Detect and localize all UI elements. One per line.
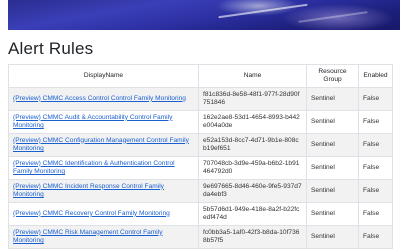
enabled-cell: False	[358, 179, 393, 203]
enabled-cell: False	[358, 202, 393, 226]
enabled-cell: False	[358, 156, 393, 180]
display-name-cell: (Preview) CMMC Audit & Accountability Co…	[8, 110, 199, 134]
rule-id-cell: e52a153d-8cc7-4d71-9b1e-808cb19ef651	[198, 133, 307, 157]
table-row: (Preview) CMMC Access Control Control Fa…	[8, 87, 393, 111]
enabled-cell: False	[358, 225, 393, 249]
banner-light-streak	[218, 3, 308, 19]
display-name-cell: (Preview) CMMC Configuration Management …	[8, 133, 199, 157]
display-name-cell: (Preview) CMMC Identification & Authenti…	[8, 156, 199, 180]
rule-id-cell: 707048cb-3d9e-459a-b6b2-1b91464792d0	[198, 156, 307, 180]
table-row: (Preview) CMMC Incident Response Control…	[8, 179, 393, 203]
alert-rule-link[interactable]: (Preview) CMMC Recovery Control Family M…	[13, 210, 170, 217]
table-row: (Preview) CMMC Identification & Authenti…	[8, 156, 393, 180]
table-row: (Preview) CMMC Risk Management Control F…	[8, 225, 393, 249]
resource-group-cell: Sentinel	[306, 202, 359, 226]
rule-id-cell: 9e697665-8d46-460e-9fe5-937d7da4ebf3	[198, 179, 307, 203]
rule-id-cell: f81c836d-8e58-48f1-977f-28d90f751846	[198, 87, 307, 111]
alert-rule-link[interactable]: (Preview) CMMC Configuration Management …	[13, 137, 189, 153]
display-name-cell: (Preview) CMMC Risk Management Control F…	[8, 225, 199, 249]
resource-group-cell: Sentinel	[306, 156, 359, 180]
rule-id-cell: fc0bb3a5-1af0-42f3-b8da-10f7368b57f5	[198, 225, 307, 249]
alert-rule-link[interactable]: (Preview) CMMC Risk Management Control F…	[13, 229, 163, 245]
resource-group-cell: Sentinel	[306, 87, 359, 111]
rule-id-cell: 5b57d6d1-949e-418e-8a2f-b22fcedf474d	[198, 202, 307, 226]
display-name-cell: (Preview) CMMC Recovery Control Family M…	[8, 202, 199, 226]
table-row: (Preview) CMMC Configuration Management …	[8, 133, 393, 157]
resource-group-cell: Sentinel	[306, 133, 359, 157]
column-header-name: Name	[198, 64, 307, 88]
resource-group-cell: Sentinel	[306, 179, 359, 203]
page-title: Alert Rules	[8, 39, 94, 58]
enabled-cell: False	[358, 87, 393, 111]
display-name-cell: (Preview) CMMC Access Control Control Fa…	[8, 87, 199, 111]
table-header-row: DisplayName Name Resource Group Enabled	[8, 64, 393, 88]
alert-rule-link[interactable]: (Preview) CMMC Identification & Authenti…	[13, 160, 175, 176]
column-header-display-name: DisplayName	[8, 64, 199, 88]
display-name-cell: (Preview) CMMC Incident Response Control…	[8, 179, 199, 203]
alert-rule-link[interactable]: (Preview) CMMC Incident Response Control…	[13, 183, 164, 199]
alert-rules-table-container: DisplayName Name Resource Group Enabled …	[8, 64, 393, 249]
column-header-resource-group: Resource Group	[306, 64, 359, 88]
alert-rule-link[interactable]: (Preview) CMMC Audit & Accountability Co…	[13, 114, 172, 130]
alert-rule-link[interactable]: (Preview) CMMC Access Control Control Fa…	[13, 95, 186, 102]
alert-rules-table: DisplayName Name Resource Group Enabled …	[8, 64, 393, 249]
banner-light-streak	[298, 11, 368, 23]
column-header-enabled: Enabled	[358, 64, 393, 88]
table-row: (Preview) CMMC Audit & Accountability Co…	[8, 110, 393, 134]
header-banner	[8, 0, 400, 30]
resource-group-cell: Sentinel	[306, 225, 359, 249]
resource-group-cell: Sentinel	[306, 110, 359, 134]
enabled-cell: False	[358, 110, 393, 134]
enabled-cell: False	[358, 133, 393, 157]
rule-id-cell: 162e2ae8-53d1-4654-8993-b442e004a0de	[198, 110, 307, 134]
table-row: (Preview) CMMC Recovery Control Family M…	[8, 202, 393, 226]
